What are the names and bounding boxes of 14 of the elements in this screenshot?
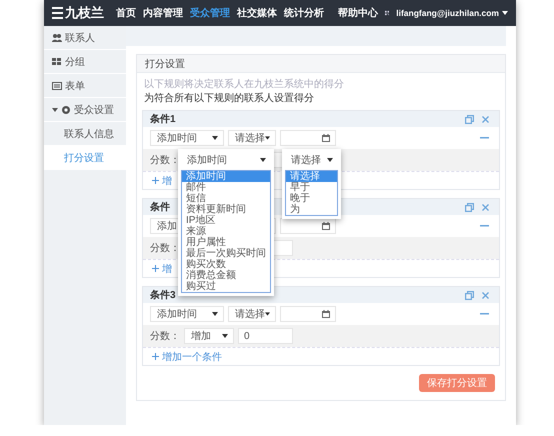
sidebar-label: 联系人	[65, 32, 95, 44]
panel-title: 打分设置	[137, 55, 505, 73]
condition-title: 条件1	[150, 112, 176, 126]
condition-title: 条件	[150, 200, 170, 214]
sidebar-label: 分组	[65, 56, 85, 68]
sidebar-label: 表单	[65, 80, 85, 92]
instruction-text: 为符合所有以下规则的联系人设置得分	[143, 92, 315, 106]
score-label: 分数：	[150, 154, 180, 167]
logo-text: 九枝兰	[65, 4, 104, 22]
sidebar-label: 受众设置	[74, 104, 114, 116]
score-label: 分数：	[150, 330, 180, 343]
hint-text: 以下规则将决定联系人在九枝兰系统中的得分	[143, 78, 345, 92]
condition-title: 条件3	[150, 288, 176, 302]
score-label: 分数：	[150, 242, 180, 255]
